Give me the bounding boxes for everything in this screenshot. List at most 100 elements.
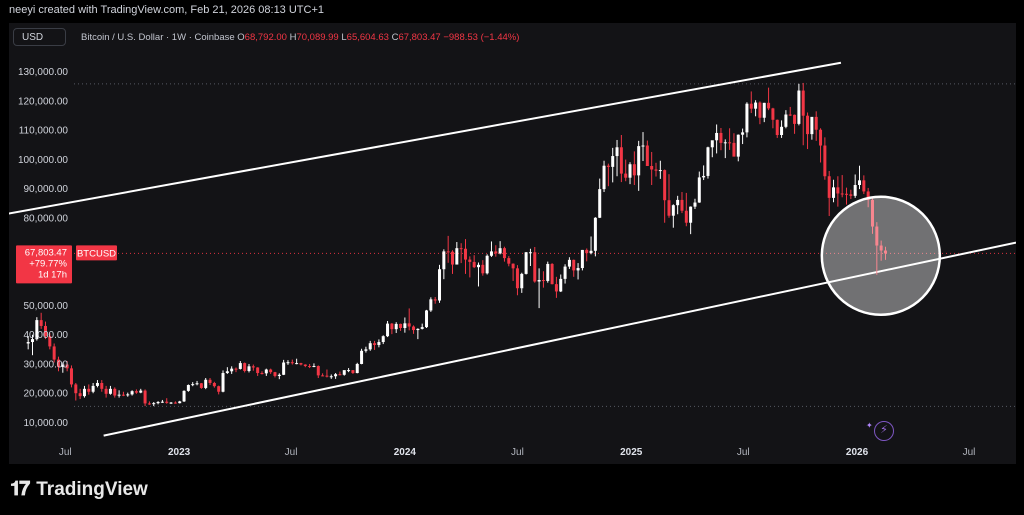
candle-body <box>416 328 420 331</box>
candle-body <box>602 165 606 190</box>
candle-body <box>364 349 368 351</box>
candle-body <box>78 393 82 397</box>
candle-body <box>221 373 225 392</box>
x-tick-label: 2026 <box>846 447 869 458</box>
candle-body <box>836 187 840 194</box>
candle-body <box>256 367 260 374</box>
y-tick-label: 130,000.00 <box>18 67 68 78</box>
candle-body <box>117 394 121 396</box>
candle-body <box>394 323 398 330</box>
chart-panel[interactable]: 10,000.00 20,000.00 30,000.00 40,000.00 50,0… <box>9 23 1016 464</box>
candle-body <box>87 388 91 392</box>
candle-body <box>260 373 264 375</box>
candle-body <box>199 383 203 388</box>
candle-body <box>204 379 208 388</box>
candle-body <box>840 193 844 195</box>
open-label: O <box>237 32 245 43</box>
x-tick-label: Jul <box>511 447 524 458</box>
candle-body <box>663 170 667 201</box>
candle-body <box>862 180 866 192</box>
x-tick-label: Jul <box>285 447 298 458</box>
candle-body <box>403 323 407 329</box>
candle-body <box>113 388 117 396</box>
candle-body <box>468 259 472 262</box>
candle-body <box>334 374 338 377</box>
candle-body <box>178 401 182 404</box>
candle-body <box>451 251 455 265</box>
candle-body <box>442 251 446 270</box>
candle-body <box>507 258 511 264</box>
x-tick-label: 2024 <box>394 447 417 458</box>
candle-body <box>615 147 619 157</box>
candle-body <box>580 249 584 269</box>
candle-body <box>373 343 377 345</box>
candle-body <box>645 145 649 166</box>
y-tick-label: 20,000.00 <box>24 389 69 400</box>
candle-body <box>693 202 697 207</box>
candle-body <box>139 390 143 393</box>
candle-body <box>481 264 485 274</box>
candle-body <box>225 371 229 374</box>
candle-body <box>316 366 320 376</box>
candle-body <box>537 280 541 282</box>
price-chart[interactable]: 10,000.00 20,000.00 30,000.00 40,000.00 50,0… <box>9 23 1016 464</box>
candle-body <box>308 366 312 368</box>
candle-body <box>728 142 732 144</box>
candle-body <box>108 388 112 394</box>
candle-body <box>433 299 437 301</box>
candle-body <box>360 350 364 364</box>
candle-body <box>858 180 862 186</box>
candle-body <box>39 320 43 326</box>
candle-body <box>74 384 78 394</box>
currency-button[interactable]: USD <box>13 28 66 46</box>
candle-body <box>243 363 247 371</box>
candle-body <box>832 187 836 198</box>
candle-body <box>295 363 299 365</box>
candle-body <box>299 363 303 365</box>
candle-body <box>554 284 558 292</box>
candle-body <box>650 165 654 170</box>
candle-body <box>329 376 333 378</box>
candle-body <box>546 263 550 281</box>
tradingview-logo-text: TradingView <box>36 479 148 500</box>
tradingview-logo[interactable]: 𝟏𝟕 TradingView <box>10 478 148 504</box>
candle-body <box>429 299 433 311</box>
x-tick-label: 2025 <box>620 447 643 458</box>
y-tick-label: 120,000.00 <box>18 96 68 107</box>
price-tag-price: 67,803.47 <box>25 247 67 258</box>
candle-body <box>767 102 771 109</box>
candle-body <box>303 364 307 367</box>
candle-body <box>347 370 351 372</box>
candle-body <box>386 323 390 337</box>
lightning-icon[interactable]: ⚡ <box>866 417 894 441</box>
candle-body <box>173 402 177 404</box>
candle-body <box>147 403 151 405</box>
candle-body <box>273 372 277 376</box>
candle-body <box>342 370 346 375</box>
candle-body <box>277 374 281 376</box>
candle-body <box>169 402 173 404</box>
candle-body <box>780 126 784 136</box>
candle-body <box>130 391 134 395</box>
candle-body <box>230 368 234 372</box>
candle-body <box>390 323 394 330</box>
candle-body <box>182 390 186 402</box>
tradingview-mark-icon: 𝟏𝟕 <box>10 478 30 500</box>
candle-body <box>269 369 273 373</box>
candle-body <box>793 114 797 124</box>
candle-body <box>195 383 199 385</box>
candle-body <box>498 248 502 254</box>
candle-body <box>26 342 30 344</box>
candle-body <box>533 252 537 282</box>
y-tick-label: 40,000.00 <box>24 330 69 341</box>
candle-body <box>234 368 238 370</box>
candle-body <box>238 363 242 369</box>
candle-body <box>784 114 788 127</box>
candle-body <box>619 147 623 174</box>
candle-body <box>550 263 554 285</box>
candle-body <box>814 116 818 130</box>
candle-body <box>680 199 684 211</box>
y-tick-label: 100,000.00 <box>18 155 68 166</box>
candle-body <box>420 327 424 329</box>
candle-body <box>325 375 329 377</box>
